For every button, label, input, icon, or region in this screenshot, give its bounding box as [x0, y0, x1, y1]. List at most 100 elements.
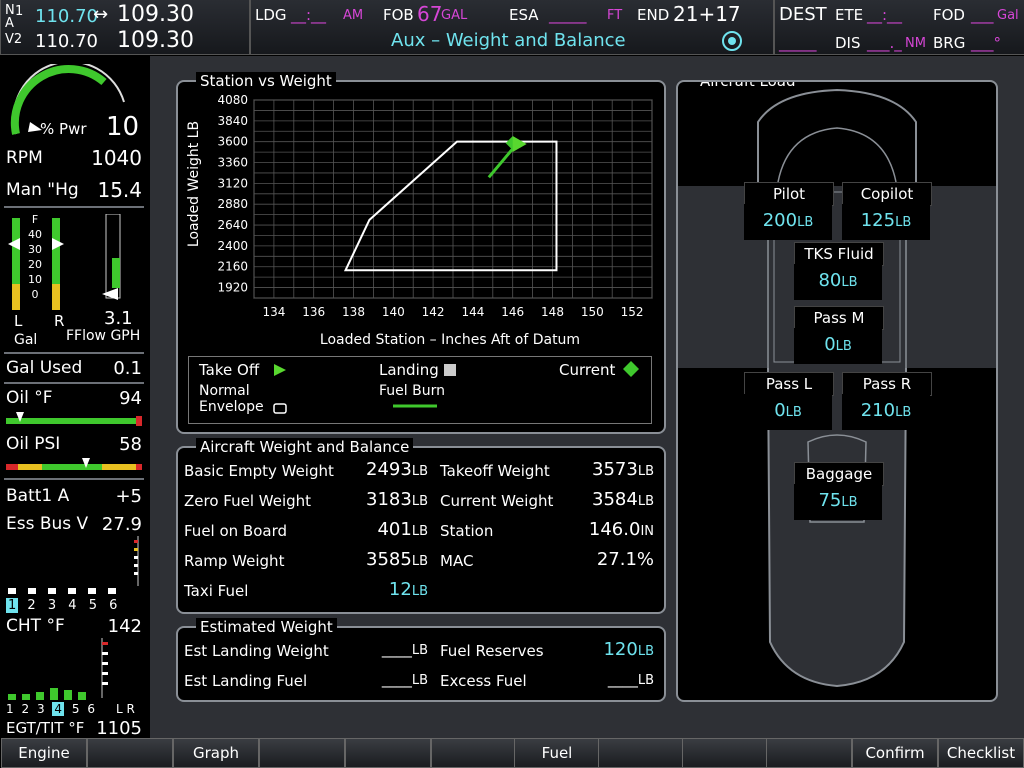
- unit-lb: LB: [637, 673, 654, 688]
- wireless-icon: [722, 31, 742, 51]
- copilot-number[interactable]: 125: [861, 210, 895, 231]
- cht-value: 142: [107, 616, 142, 637]
- oil-temp-value: 94: [119, 388, 142, 409]
- rpm-value: 1040: [91, 146, 142, 170]
- baggage-value[interactable]: 75LB: [794, 484, 882, 520]
- baggage-number[interactable]: 75: [818, 490, 841, 511]
- zero-fuel-number: 3183: [366, 489, 412, 510]
- fuel-reserves-value[interactable]: 120LB: [548, 639, 654, 660]
- x-tick-label: 136: [302, 305, 325, 319]
- envelope-box-icon: [273, 403, 287, 414]
- panel-title: Aircraft Weight and Balance: [196, 438, 414, 456]
- unit-lb: LB: [895, 405, 912, 420]
- estimated-weight-panel: Estimated Weight Est Landing Weight ____…: [176, 618, 666, 702]
- essbus-label: Ess Bus V: [6, 514, 89, 534]
- y-tick-label: 3120: [217, 176, 248, 190]
- egt-cyl-4-selected[interactable]: 4: [52, 702, 65, 716]
- fuel-reserves-label: Fuel Reserves: [440, 642, 544, 660]
- gal-used-label: Gal Used: [6, 358, 83, 378]
- nav1-standby-freq[interactable]: 109.30: [117, 2, 194, 27]
- pass-l-number[interactable]: 0: [774, 400, 785, 421]
- basic-empty-label: Basic Empty Weight: [184, 462, 334, 480]
- pass-l-value[interactable]: 0LB: [744, 394, 832, 430]
- softkey-checklist[interactable]: Checklist: [938, 738, 1024, 768]
- softkey-graph[interactable]: Graph: [173, 738, 259, 768]
- softkey-10[interactable]: [766, 738, 852, 768]
- pass-m-number[interactable]: 0: [824, 334, 835, 355]
- softkey-engine[interactable]: Engine: [1, 738, 87, 768]
- x-tick-label: 150: [581, 305, 604, 319]
- softkey-fuel[interactable]: Fuel: [514, 738, 600, 768]
- map-label: Man "Hg: [6, 180, 79, 200]
- egt-cylinder-numbers: 1 2 3 4 5 6: [6, 702, 106, 716]
- excess-fuel-value: ____LB: [548, 670, 654, 688]
- y-tick-label: 4080: [217, 93, 248, 107]
- unit-lb: LB: [637, 494, 654, 509]
- fob-label: FOB: [383, 6, 414, 24]
- tks-fluid-value[interactable]: 80LB: [794, 264, 882, 300]
- mac-value: 27.1%: [596, 549, 654, 570]
- pass-m-value[interactable]: 0LB: [794, 328, 882, 364]
- chart-ylabel: Loaded Weight LB: [186, 121, 202, 247]
- taxi-fuel-number[interactable]: 12: [389, 579, 412, 600]
- current-weight-value: 3584LB: [548, 489, 654, 510]
- softkey-8[interactable]: [598, 738, 684, 768]
- softkey-bar: Engine Graph Fuel Confirm Checklist: [0, 738, 1024, 768]
- pass-r-value[interactable]: 210LB: [842, 394, 930, 430]
- cyl-6: 6: [109, 598, 118, 613]
- brg-label: BRG: [933, 34, 966, 52]
- unit-lb: LB: [841, 275, 858, 290]
- est-landing-fuel-number: ____: [381, 670, 412, 688]
- softkey-6[interactable]: [431, 738, 517, 768]
- pass-l-label: Pass L: [744, 372, 834, 396]
- legend-current-label: Current: [559, 361, 616, 379]
- pilot-number[interactable]: 200: [763, 210, 797, 231]
- takeoff-weight-label: Takeoff Weight: [440, 462, 550, 480]
- nav2-active-freq[interactable]: 110.70: [35, 31, 98, 52]
- ramp-label: Ramp Weight: [184, 552, 285, 570]
- rpm-row: RPM 1040: [6, 146, 146, 170]
- nav-radio-window[interactable]: NA 1 110.70 ↔ 109.30 V2 110.70 109.30: [0, 0, 250, 55]
- fuel-reserves-number[interactable]: 120: [603, 639, 637, 660]
- softkey-2[interactable]: [87, 738, 173, 768]
- takeoff-triangle-icon: [274, 364, 286, 376]
- unit-lb: LB: [841, 495, 858, 510]
- pass-r-number[interactable]: 210: [861, 400, 895, 421]
- pilot-value[interactable]: 200LB: [744, 204, 832, 240]
- legend-landing-label: Landing: [379, 361, 439, 379]
- egt-value: 1105: [96, 718, 142, 739]
- batt-row: Batt1 A +5: [6, 486, 146, 507]
- dis-label: DIS: [835, 34, 861, 52]
- softkey-4[interactable]: [259, 738, 345, 768]
- brg-value: ___°: [971, 34, 1001, 52]
- cht-label: CHT °F: [6, 616, 65, 636]
- lr-label: L R: [116, 702, 135, 716]
- aircraft-outline: [678, 88, 996, 688]
- taxi-fuel-value[interactable]: 12LB: [328, 579, 428, 600]
- fuel-scale: F 40 30 20 10 0: [28, 212, 42, 302]
- softkey-5[interactable]: [345, 738, 431, 768]
- fuel-burn-line-icon: [393, 404, 437, 408]
- oil-temp-label: Oil °F: [6, 388, 53, 408]
- unit-lb: LB: [797, 215, 814, 230]
- y-tick-label: 1920: [217, 281, 248, 295]
- ete-label: ETE: [835, 6, 864, 24]
- nav2-standby-freq[interactable]: 109.30: [117, 28, 194, 53]
- swap-arrow-icon[interactable]: ↔: [93, 4, 108, 25]
- softkey-confirm[interactable]: Confirm: [852, 738, 938, 768]
- tks-fluid-number[interactable]: 80: [818, 270, 841, 291]
- cht-row: CHT °F 142: [6, 616, 146, 637]
- cyl-3: 3: [47, 598, 57, 613]
- dest-value: _____: [779, 34, 817, 52]
- pilot-label: Pilot: [744, 182, 834, 206]
- x-tick-label: 140: [382, 305, 405, 319]
- unit-lb: LB: [411, 584, 428, 599]
- softkey-9[interactable]: [682, 738, 768, 768]
- nav1-active-freq[interactable]: 110.70: [35, 6, 98, 27]
- fod-unit: Gal: [997, 8, 1019, 23]
- x-tick-label: 146: [501, 305, 524, 319]
- cyl-1-selected[interactable]: 1: [6, 598, 19, 613]
- batt-value: +5: [115, 486, 142, 507]
- copilot-value[interactable]: 125LB: [842, 204, 930, 240]
- dest-window[interactable]: DEST ETE __:__ FOD ___ Gal _____ DIS ___…: [774, 0, 1024, 55]
